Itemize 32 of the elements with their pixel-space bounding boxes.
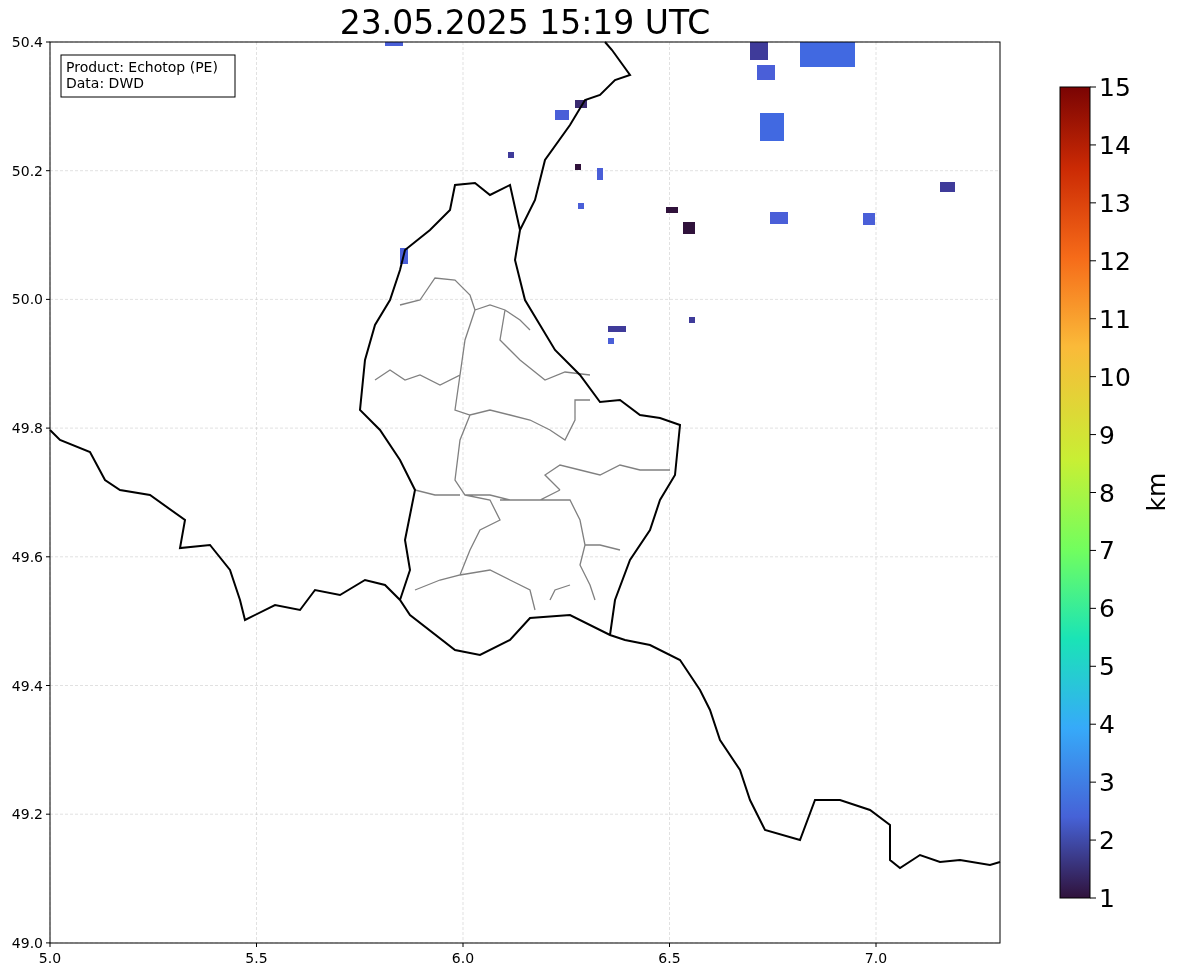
axis-tick-label: 6.5 — [658, 950, 681, 966]
axis-tick-label: 49.0 — [11, 934, 43, 951]
axis-tick-label: 7.0 — [864, 950, 888, 966]
axis-tick-label: 50.4 — [11, 34, 43, 50]
colorbar-axis-label: km — [1142, 472, 1171, 512]
axis-tick-label: 49.2 — [11, 806, 43, 823]
axis-tick-label: 5.0 — [38, 950, 62, 966]
colorbar-tick-label: 1 — [1099, 884, 1115, 913]
colorbar-tick-label: 2 — [1099, 826, 1115, 856]
axis-tick-label: 49.6 — [11, 548, 43, 565]
colorbar-tick-label: 7 — [1099, 536, 1115, 566]
axis-tick-label: 6.0 — [451, 950, 475, 966]
colorbar-tick-label: 12 — [1099, 246, 1131, 276]
colorbar-tick-label: 4 — [1099, 710, 1115, 740]
colorbar-tick-label: 3 — [1099, 768, 1115, 798]
axis-tick-label: 50.2 — [11, 162, 43, 179]
axis-tick-label: 49.8 — [11, 420, 43, 437]
colorbar-tick-label: 15 — [1099, 73, 1131, 102]
axis-tick-label: 49.4 — [11, 677, 43, 694]
colorbar-tick-label: 9 — [1099, 420, 1115, 450]
axis-tick-label: 5.5 — [245, 950, 268, 966]
colorbar-tick-label: 10 — [1099, 362, 1131, 392]
colorbar-tick-label: 5 — [1099, 652, 1115, 682]
info-text: Data: DWD — [66, 75, 144, 91]
chart-title: 23.05.2025 15:19 UTC — [339, 3, 711, 42]
colorbar-tick-label: 8 — [1099, 478, 1115, 508]
colorbar-tick-label: 11 — [1099, 304, 1131, 334]
colorbar-tick-label: 14 — [1099, 130, 1131, 160]
colorbar-tick-label: 13 — [1099, 188, 1131, 218]
axis-tick-label: 50.0 — [11, 291, 43, 308]
colorbar-tick-label: 6 — [1099, 594, 1115, 624]
info-text: Product: Echotop (PE) — [66, 59, 218, 75]
